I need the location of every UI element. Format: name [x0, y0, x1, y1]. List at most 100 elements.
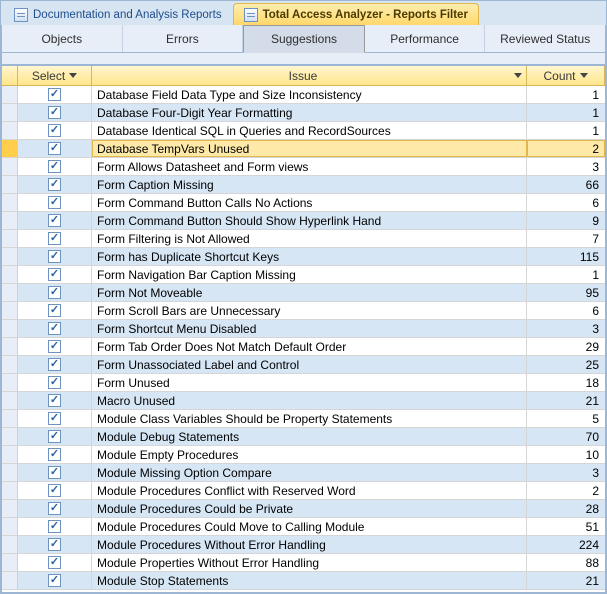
table-row[interactable]: ✓Module Properties Without Error Handlin… — [2, 554, 605, 572]
table-row[interactable]: ✓Database Four-Digit Year Formatting1 — [2, 104, 605, 122]
checkbox[interactable]: ✓ — [48, 502, 61, 515]
table-row[interactable]: ✓ Module Procedures Conflict with Reserve… — [2, 482, 605, 500]
checkbox[interactable]: ✓ — [48, 196, 61, 209]
checkbox[interactable]: ✓ — [48, 286, 61, 299]
checkbox[interactable]: ✓ — [48, 268, 61, 281]
record-selector[interactable] — [2, 140, 18, 157]
cell-issue[interactable]: Module Procedures Conflict with Reserved… — [92, 482, 527, 499]
record-selector[interactable] — [2, 410, 18, 427]
checkbox[interactable]: ✓ — [48, 88, 61, 101]
cell-issue[interactable]: Database Identical SQL in Queries and Re… — [92, 122, 527, 139]
cell-issue[interactable]: Form Scroll Bars are Unnecessary — [92, 302, 527, 319]
document-tab-reports[interactable]: Documentation and Analysis Reports — [3, 3, 233, 25]
checkbox[interactable]: ✓ — [48, 574, 61, 587]
record-selector[interactable] — [2, 284, 18, 301]
checkbox[interactable]: ✓ — [48, 394, 61, 407]
cell-issue[interactable]: Form Caption Missing — [92, 176, 527, 193]
grid-header-issue[interactable]: Issue — [92, 66, 527, 85]
record-selector[interactable] — [2, 302, 18, 319]
table-row[interactable]: ✓Form Tab Order Does Not Match Default O… — [2, 338, 605, 356]
table-row[interactable]: ✓Macro Unused21 — [2, 392, 605, 410]
record-selector[interactable] — [2, 320, 18, 337]
cell-issue[interactable]: Module Debug Statements — [92, 428, 527, 445]
record-selector[interactable] — [2, 374, 18, 391]
record-selector[interactable] — [2, 158, 18, 175]
tab-objects[interactable]: Objects — [2, 25, 123, 52]
cell-issue[interactable]: Form has Duplicate Shortcut Keys — [92, 248, 527, 265]
tab-reviewed-status[interactable]: Reviewed Status — [485, 25, 605, 52]
table-row[interactable]: ✓Form Unused18 — [2, 374, 605, 392]
record-selector[interactable] — [2, 104, 18, 121]
checkbox[interactable]: ✓ — [48, 412, 61, 425]
table-row[interactable]: ✓Form Caption Missing66 — [2, 176, 605, 194]
record-selector[interactable] — [2, 428, 18, 445]
table-row[interactable]: ✓Form Shortcut Menu Disabled3 — [2, 320, 605, 338]
cell-issue[interactable]: Form Shortcut Menu Disabled — [92, 320, 527, 337]
checkbox[interactable]: ✓ — [48, 160, 61, 173]
table-row[interactable]: ✓Form Command Button Should Show Hyperli… — [2, 212, 605, 230]
tab-errors[interactable]: Errors — [123, 25, 244, 52]
table-row[interactable]: ✓ Module Procedures Without Error Handlin… — [2, 536, 605, 554]
cell-issue[interactable]: Form Navigation Bar Caption Missing — [92, 266, 527, 283]
grid-header-count[interactable]: Count — [527, 66, 605, 85]
cell-issue[interactable]: Module Missing Option Compare — [92, 464, 527, 481]
cell-issue[interactable]: Module Stop Statements — [92, 572, 527, 589]
record-selector[interactable] — [2, 500, 18, 517]
cell-issue[interactable]: Module Class Variables Should be Propert… — [92, 410, 527, 427]
table-row[interactable]: ✓Form Unassociated Label and Control25 — [2, 356, 605, 374]
record-selector[interactable] — [2, 176, 18, 193]
record-selector[interactable] — [2, 356, 18, 373]
table-row[interactable]: ✓Form has Duplicate Shortcut Keys115 — [2, 248, 605, 266]
checkbox[interactable]: ✓ — [48, 106, 61, 119]
cell-issue[interactable]: Form Unused — [92, 374, 527, 391]
checkbox[interactable]: ✓ — [48, 520, 61, 533]
table-row[interactable]: ✓Module Debug Statements70 — [2, 428, 605, 446]
checkbox[interactable]: ✓ — [48, 178, 61, 191]
table-row[interactable]: ✓Module Empty Procedures10 — [2, 446, 605, 464]
cell-issue[interactable]: Macro Unused — [92, 392, 527, 409]
table-row[interactable]: ✓Module Stop Statements21 — [2, 572, 605, 590]
grid-header-select[interactable]: Select — [18, 66, 92, 85]
checkbox[interactable]: ✓ — [48, 538, 61, 551]
record-selector[interactable] — [2, 446, 18, 463]
record-selector[interactable] — [2, 230, 18, 247]
cell-issue[interactable]: Module Properties Without Error Handling — [92, 554, 527, 571]
cell-issue[interactable]: Form Unassociated Label and Control — [92, 356, 527, 373]
record-selector[interactable] — [2, 122, 18, 139]
checkbox[interactable]: ✓ — [48, 358, 61, 371]
record-selector[interactable] — [2, 248, 18, 265]
checkbox[interactable]: ✓ — [48, 466, 61, 479]
table-row[interactable]: ✓Form Command Button Calls No Actions6 — [2, 194, 605, 212]
cell-issue[interactable]: Form Tab Order Does Not Match Default Or… — [92, 338, 527, 355]
table-row[interactable]: ✓ Database Identical SQL in Queries and R… — [2, 122, 605, 140]
cell-issue[interactable]: Module Procedures Could Move to Calling … — [92, 518, 527, 535]
checkbox[interactable]: ✓ — [48, 304, 61, 317]
record-selector[interactable] — [2, 572, 18, 589]
table-row[interactable]: ✓Form Scroll Bars are Unnecessary6 — [2, 302, 605, 320]
record-selector[interactable] — [2, 482, 18, 499]
cell-issue[interactable]: Form Allows Datasheet and Form views — [92, 158, 527, 175]
table-row[interactable]: ✓Module Procedures Could be Private28 — [2, 500, 605, 518]
record-selector[interactable] — [2, 266, 18, 283]
cell-issue[interactable]: Form Command Button Calls No Actions — [92, 194, 527, 211]
checkbox[interactable]: ✓ — [48, 124, 61, 137]
checkbox[interactable]: ✓ — [48, 430, 61, 443]
record-selector[interactable] — [2, 554, 18, 571]
record-selector[interactable] — [2, 338, 18, 355]
checkbox[interactable]: ✓ — [48, 142, 61, 155]
record-selector[interactable] — [2, 212, 18, 229]
checkbox[interactable]: ✓ — [48, 484, 61, 497]
cell-issue[interactable]: Module Procedures Without Error Handling — [92, 536, 527, 553]
record-selector[interactable] — [2, 392, 18, 409]
checkbox[interactable]: ✓ — [48, 448, 61, 461]
grid-header-record-selector[interactable] — [2, 66, 18, 85]
record-selector[interactable] — [2, 518, 18, 535]
tab-suggestions[interactable]: Suggestions — [243, 25, 365, 53]
record-selector[interactable] — [2, 86, 18, 103]
cell-issue[interactable]: Database Field Data Type and Size Incons… — [92, 86, 527, 103]
table-row[interactable]: ✓ Database Field Data Type and Size Incon… — [2, 86, 605, 104]
record-selector[interactable] — [2, 194, 18, 211]
table-row[interactable]: ✓Module Missing Option Compare3 — [2, 464, 605, 482]
table-row[interactable]: ✓Form Not Moveable95 — [2, 284, 605, 302]
table-row[interactable]: ✓ Module Procedures Could Move to Calling… — [2, 518, 605, 536]
